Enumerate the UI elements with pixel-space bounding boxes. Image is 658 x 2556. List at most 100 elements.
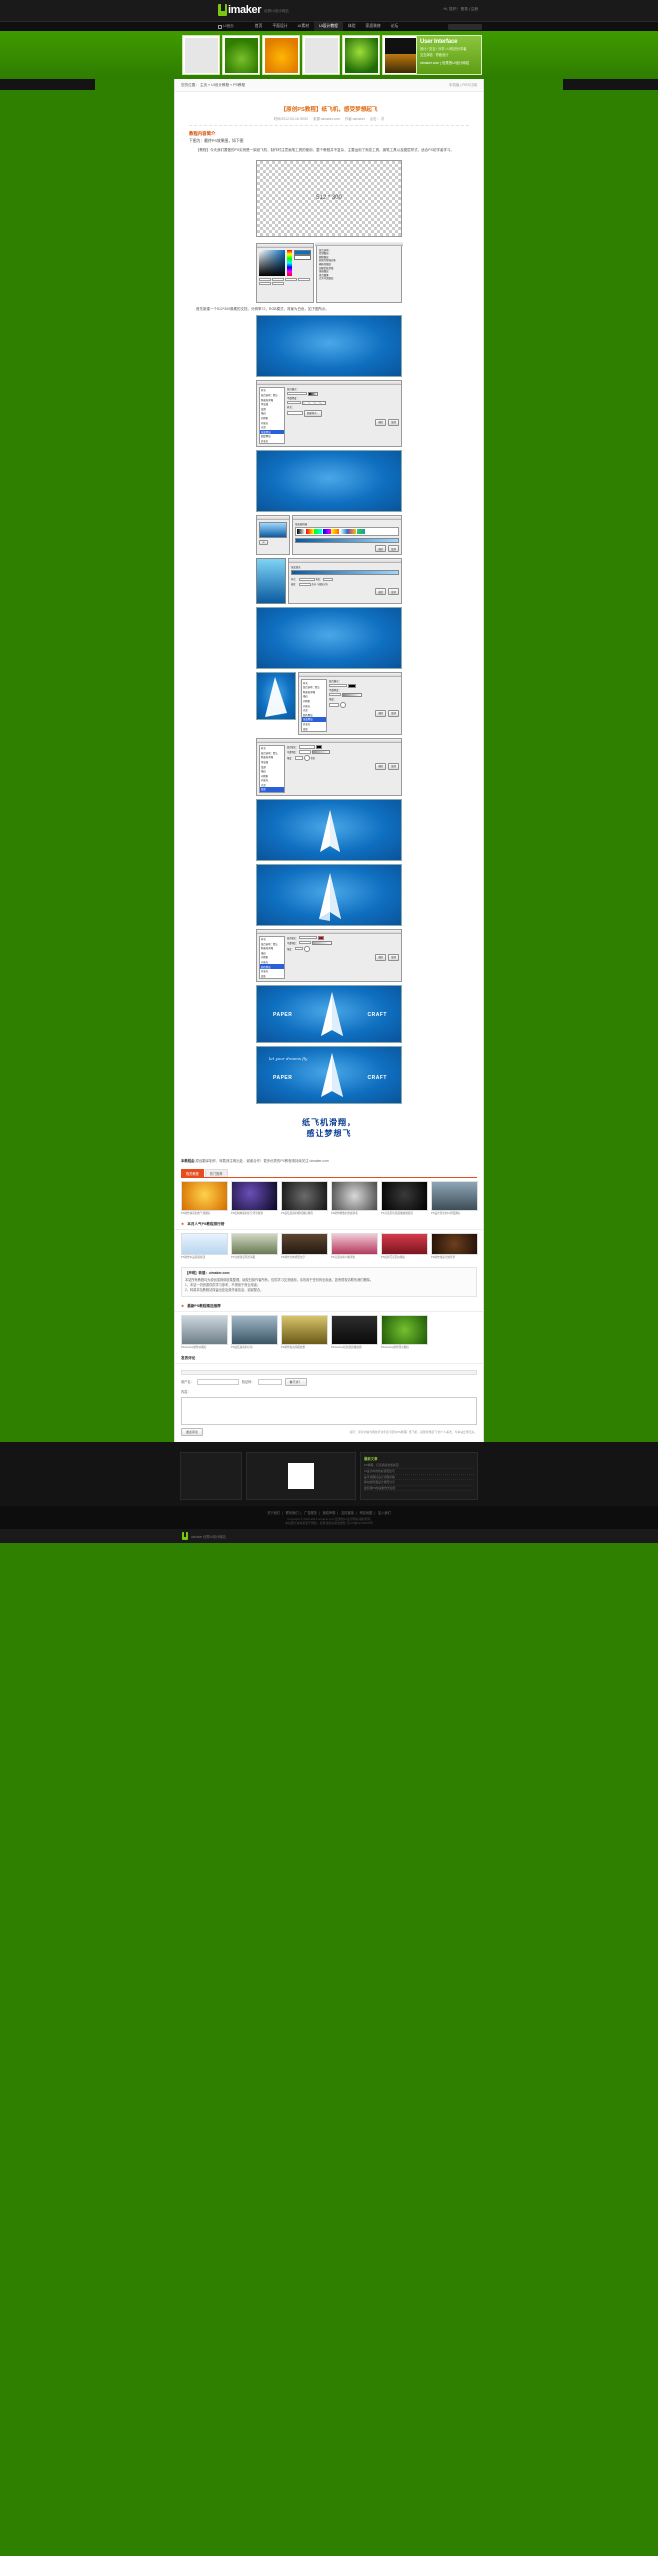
o3-label-0: 混合模式： [287, 746, 298, 749]
banner-thumb-4[interactable] [342, 35, 380, 75]
site-logo[interactable]: imaker 优秀UI设计网站 [218, 4, 289, 16]
account-greeting[interactable]: Hi, 您好！ 登录 | 注册 [444, 7, 478, 12]
nav-item-6[interactable]: 论坛 [386, 22, 404, 31]
rec-card-3[interactable]: Photoshop绘制质感播放器 [331, 1314, 378, 1349]
search-input[interactable] [448, 23, 482, 30]
breadcrumb-right[interactable]: 手机版 | RSS订阅 [449, 83, 477, 88]
rec-card-4[interactable]: Photoshop制作西瓜图标 [381, 1314, 428, 1349]
papercraft-left-word-1: PAPER [273, 1012, 293, 1019]
nav-item-3[interactable]: UI设计教程 [313, 22, 343, 33]
fill-ok[interactable]: 确定 [375, 588, 387, 596]
code-refresh-button[interactable]: 看不清？ [284, 1378, 307, 1387]
ps-color-picker[interactable] [256, 242, 314, 303]
rec-card-1[interactable]: PS鼠绘逼真的小鱼 [231, 1314, 278, 1349]
nav-item-5[interactable]: 家居装修 [361, 22, 386, 31]
nick-input[interactable] [196, 1379, 239, 1386]
o2-ok[interactable]: 确定 [375, 709, 387, 717]
footer-link-1[interactable]: 联系我们 [286, 1511, 299, 1515]
color-field[interactable] [259, 249, 285, 276]
banner-promo-card[interactable]: User Interface 设计 / 交互 / 分享 • UI知识分享者 交互… [416, 35, 482, 75]
hot-card-4[interactable]: PS绘制写实西瓜图标 [381, 1233, 428, 1259]
hot-card-2[interactable]: PS制作立体折纸文字 [281, 1233, 328, 1259]
s3-sel: 投影 [260, 787, 284, 792]
related-card-5[interactable]: PS设计简洁的UI界面图标 [431, 1180, 478, 1215]
ok-button-1[interactable]: 确定 [375, 418, 387, 426]
related-card-2[interactable]: PS鼠绘质感的相机图标教程 [281, 1180, 328, 1215]
hot-card-3[interactable]: PS打造时尚人像调色 [331, 1233, 378, 1259]
style-list-4[interactable]: 样式 混合选项：默认 斜面和浮雕 描边 内阴影 内发光 颜色叠加 外发光 投影 [259, 935, 285, 980]
ps-layer-context-menu[interactable]: 混合选项... 复制图层... 删除图层 转换为智能对象 栅格化图层 创建剪贴蒙… [315, 241, 403, 303]
gradient-cancel[interactable]: 取消 [388, 545, 399, 553]
footer-link-0[interactable]: 关于我们 [267, 1511, 280, 1515]
banner-thumb-2[interactable] [262, 35, 300, 75]
banner-thumb-1[interactable] [222, 35, 260, 75]
ps-gradient-swatch-panel[interactable]: OK [256, 515, 290, 556]
o3-cancel[interactable]: 取消 [388, 762, 399, 770]
style-options-2[interactable]: 混合模式： 不透明度： 角度： 确定 取消 [329, 679, 399, 732]
figure-layer-style-dialog-3[interactable]: 样式 混合选项：默认 斜面和浮雕 等高线 纹理 描边 内阴影 内发光 光泽 投影… [256, 737, 402, 796]
hot-card-3-thumb [331, 1233, 378, 1256]
fill-cancel[interactable]: 取消 [388, 588, 399, 596]
banner-thumb-0[interactable] [182, 35, 220, 75]
style-list-2[interactable]: 样式 混合选项：默认 斜面和浮雕 描边 内阴影 内发光 光泽 颜色叠加 渐变叠加… [301, 679, 327, 732]
footer-widget-title: 最新文章 [364, 1457, 378, 1462]
footer-link-3[interactable]: 版权声明 [323, 1511, 336, 1515]
related-card-0[interactable]: PS制作逼真的热气球图标 [181, 1180, 228, 1215]
breadcrumb-item-1[interactable]: UI设计教程 [211, 83, 229, 87]
rec-card-4-caption: Photoshop制作西瓜图标 [381, 1345, 409, 1349]
related-card-3-caption: PS制作精致的金属钟表 [331, 1211, 358, 1215]
gradient-ok[interactable]: 确定 [375, 545, 387, 553]
footer-link-2[interactable]: 广告服务 [304, 1511, 317, 1515]
hue-slider[interactable] [287, 249, 292, 276]
o4-ok[interactable]: 确定 [375, 953, 387, 961]
nav-item-0[interactable]: 首页 [250, 22, 268, 31]
style-options-3[interactable]: 混合模式： 不透明度： 角度： 仿色 确定 取消 [287, 744, 399, 793]
banner-thumb-3[interactable] [302, 35, 340, 75]
footer-link-4[interactable]: 友情链接 [341, 1511, 354, 1515]
comment-form: 用户名： 验证码： 看不清？ 内容： 发表评论 提示：评论内容为网友针对条目“【… [175, 1367, 483, 1442]
footer-widget-item-4[interactable]: 如何用PS快速制作长投影 [364, 1486, 474, 1492]
figure-layer-style-dialog-1[interactable]: 样式 混合选项：默认 斜面和浮雕 等高线 纹理 描边 内阴影 内发光 光泽 渐变… [256, 380, 402, 448]
page-title: 【原创PS教程】纸飞机，感受梦想起飞 [280, 107, 378, 113]
hot-card-4-caption: PS绘制写实西瓜图标 [381, 1256, 406, 1260]
related-card-4[interactable]: PS打造黑色质感播放器按钮 [381, 1180, 428, 1215]
o3-ok[interactable]: 确定 [375, 762, 387, 770]
nav-item-2[interactable]: UI素材 [293, 22, 314, 31]
footer-link-5[interactable]: 网站地图 [360, 1511, 373, 1515]
footer-links: 关于我们 | 联系我们 | 广告服务 | 版权声明 | 友情链接 | 网站地图 | 加入我们 [267, 1511, 391, 1516]
tab-related[interactable]: 相关教程 [181, 1169, 204, 1178]
comment-toolbar[interactable] [181, 1370, 477, 1376]
related-card-1[interactable]: PS绘制绚丽的星空背景效果 [231, 1180, 278, 1215]
section-heading: 教程内容简介 [189, 131, 216, 136]
content-column: 手机版 | RSS订阅 您的位置： 主页 » UI设计教程 » PS教程 【原创… [174, 79, 484, 1443]
hot-card-1[interactable]: PS合成创意风景海报 [231, 1233, 278, 1259]
hot-card-0[interactable]: PS制作水晶质感按钮 [181, 1233, 228, 1259]
hot-card-5[interactable]: PS制作炫彩光效背景 [431, 1233, 478, 1259]
ps-gradient-fill-dialog[interactable]: 渐变填充 样式： 角度： 缩放： 反向 与图层对齐 确定 取消 [288, 558, 402, 605]
rec-card-2[interactable]: PS制作复古海报效果 [281, 1314, 328, 1349]
rec-card-0[interactable]: Photoshop制作@图标 [181, 1314, 228, 1349]
code-input[interactable] [257, 1379, 282, 1386]
tab-hot[interactable]: 热门推荐 [204, 1169, 228, 1178]
figure-layer-style-dialog-4[interactable]: 样式 混合选项：默认 斜面和浮雕 描边 内阴影 内发光 颜色叠加 外发光 投影 … [256, 928, 402, 983]
ps-gradient-editor[interactable]: 渐变编辑器 确定 取消 [292, 515, 402, 556]
nav-item-1[interactable]: 平面设计 [267, 22, 292, 31]
footer-link-6[interactable]: 加入我们 [378, 1511, 391, 1515]
figure-layer-style-dialog-2[interactable]: 样式 混合选项：默认 斜面和浮雕 描边 内阴影 内发光 光泽 颜色叠加 渐变叠加… [298, 672, 402, 735]
new-style-button[interactable]: 新建样式... [304, 409, 322, 417]
style-list-1[interactable]: 样式 混合选项：默认 斜面和浮雕 等高线 纹理 描边 内阴影 内发光 光泽 渐变… [259, 387, 285, 445]
banner-thumb-5[interactable] [382, 35, 420, 75]
nav-home[interactable]: UI首页 [218, 24, 234, 29]
o4-cancel[interactable]: 取消 [388, 953, 399, 961]
o2-cancel[interactable]: 取消 [388, 709, 399, 717]
breadcrumb-item-0[interactable]: 主页 [200, 83, 207, 87]
cancel-button-1[interactable]: 取消 [388, 418, 399, 426]
comment-textarea[interactable] [181, 1397, 477, 1426]
submit-comment-button[interactable]: 发表评论 [181, 1428, 204, 1437]
style-list-3[interactable]: 样式 混合选项：默认 斜面和浮雕 等高线 纹理 描边 内阴影 内发光 光泽 投影 [259, 744, 285, 793]
style-options-4[interactable]: 混合模式： 不透明度： 角度： 确定 取消 [287, 935, 399, 979]
breadcrumb-item-2[interactable]: PS教程 [233, 83, 245, 87]
nav-item-4[interactable]: 体验 [343, 22, 361, 31]
related-card-3[interactable]: PS制作精致的金属钟表 [331, 1180, 378, 1215]
style-options-1[interactable]: 混合模式： 不透明度： 样式： 新建样式... 确定 取消 [287, 387, 399, 444]
